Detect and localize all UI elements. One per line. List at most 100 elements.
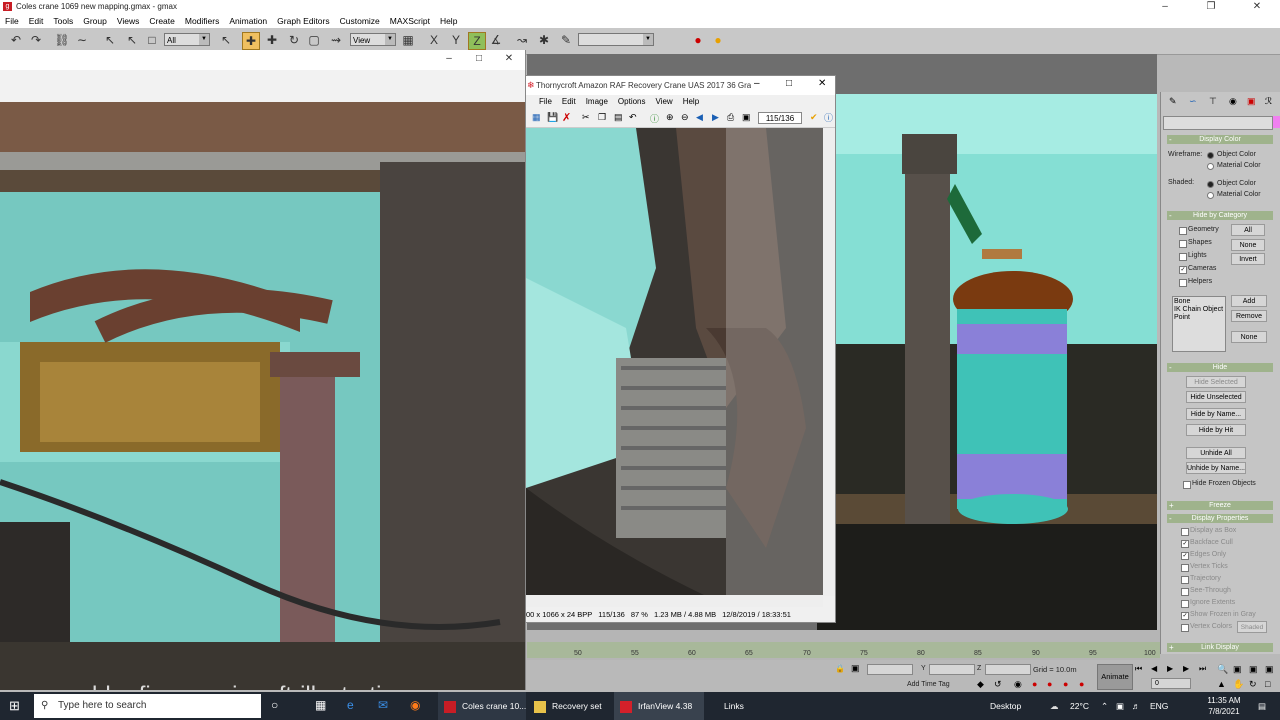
menu-tools[interactable]: Tools [48, 14, 78, 28]
menu-views[interactable]: Views [112, 14, 145, 28]
add-time-tag[interactable]: Add Time Tag [907, 681, 950, 688]
taskbar-app-recovery-set[interactable]: Recovery set [528, 692, 608, 720]
irfan-menu-view[interactable]: View [651, 95, 678, 109]
link-display-header[interactable]: + Link Display [1167, 643, 1273, 652]
menu-modifiers[interactable]: Modifiers [180, 14, 224, 28]
cortana-icon[interactable]: ○ [271, 698, 278, 712]
shaded-material-color-radio[interactable] [1207, 192, 1214, 199]
language-indicator[interactable]: ENG [1150, 692, 1168, 720]
select-by-name-icon[interactable]: ↖ [124, 32, 140, 48]
close-button[interactable]: ✕ [1234, 0, 1280, 14]
unhide-all-button[interactable]: Unhide All [1186, 447, 1246, 459]
rewind-key-icon[interactable]: ● [1079, 679, 1084, 689]
hierarchy-tab-icon[interactable]: ⊤ [1209, 96, 1217, 107]
freeze-header[interactable]: + Freeze [1167, 501, 1273, 510]
redo-icon[interactable]: ↷ [28, 32, 44, 48]
zoom-out-icon[interactable]: ⊖ [681, 112, 689, 123]
snap-icon[interactable]: ↝ [514, 32, 530, 48]
help-icon[interactable]: ⓘ [824, 111, 833, 124]
irfan-menu-file[interactable]: File [534, 95, 557, 109]
none-list-button[interactable]: None [1231, 331, 1267, 343]
hide-by-category-header[interactable]: - Hide by Category [1167, 211, 1273, 220]
vertex-ticks-checkbox[interactable] [1181, 564, 1189, 572]
fullscreen-icon[interactable]: ▣ [742, 112, 751, 123]
irfan-vertical-scrollbar[interactable] [823, 128, 835, 596]
ignore-extents-checkbox[interactable] [1181, 600, 1189, 608]
scale-icon[interactable]: ▢ [306, 32, 322, 48]
photo-close-button[interactable]: ✕ [486, 52, 525, 66]
mail-icon[interactable]: ✉ [378, 698, 388, 712]
move-alt-icon[interactable]: ✚ [264, 32, 280, 48]
zoom-in-icon[interactable]: ⊕ [666, 112, 674, 123]
menu-edit[interactable]: Edit [24, 14, 49, 28]
animate-button[interactable]: Animate [1097, 664, 1133, 690]
menu-create[interactable]: Create [144, 14, 180, 28]
named-selection-dropdown[interactable]: ▼ [578, 33, 654, 46]
notifications-icon[interactable]: ▤ [1258, 692, 1266, 720]
undo-icon[interactable]: ↶ [629, 112, 637, 123]
irfanview-window[interactable]: ❄ Thornycroft Amazon RAF Recovery Crane … [525, 75, 836, 623]
info-icon[interactable]: ⓘ [650, 112, 659, 125]
undo-icon[interactable]: ↶ [8, 32, 24, 48]
menu-graph-editors[interactable]: Graph Editors [272, 14, 334, 28]
key-filters-icon[interactable]: ● [1063, 679, 1068, 689]
task-view-icon[interactable]: ▦ [315, 698, 326, 712]
pivot-icon[interactable]: ▦ [400, 32, 416, 48]
zoom-extents-icon[interactable]: ▣ [1249, 664, 1258, 675]
irfan-close-button[interactable]: ✕ [818, 78, 826, 89]
fov-icon[interactable]: ▲ [1217, 679, 1226, 689]
x-coordinate-field[interactable] [867, 664, 913, 675]
axis-x-icon[interactable]: X [426, 32, 442, 48]
hide-selected-button[interactable]: Hide Selected [1186, 376, 1246, 388]
photo-viewer-window[interactable]: – □ ✕ www.grubby-fingers-aircraft-illust… [0, 50, 526, 690]
list-item[interactable]: Bone [1174, 298, 1224, 306]
windows-start-icon[interactable]: ⊞ [9, 698, 20, 714]
go-to-start-icon[interactable]: ⏮ [1135, 664, 1142, 674]
move-icon[interactable]: ✚ [242, 32, 260, 50]
render-icon[interactable]: ● [710, 32, 726, 48]
named-selection-icon[interactable]: ✎ [558, 32, 574, 48]
display-as-box-checkbox[interactable] [1181, 528, 1189, 536]
unlink-icon[interactable]: ∼ [74, 32, 90, 48]
object-color-swatch[interactable] [1273, 116, 1280, 128]
helpers-checkbox[interactable] [1179, 279, 1187, 287]
network-icon[interactable]: ▣ [1116, 692, 1124, 720]
zoom-extents-all-icon[interactable]: ▣ [1265, 664, 1274, 675]
material-editor-icon[interactable]: ● [690, 32, 706, 48]
display-color-header[interactable]: - Display Color [1167, 135, 1273, 144]
menu-customize[interactable]: Customize [335, 14, 385, 28]
hide-frozen-checkbox[interactable] [1183, 481, 1191, 489]
previous-icon[interactable]: ◀ [696, 112, 703, 123]
desktop-toolbar[interactable]: Desktop [990, 692, 1021, 720]
copy-icon[interactable]: ❐ [598, 112, 606, 123]
previous-frame-icon[interactable]: ◀ [1151, 664, 1157, 673]
region-select-icon[interactable]: □ [144, 32, 160, 48]
angle-snap-icon[interactable]: ✱ [536, 32, 552, 48]
lock-icon[interactable]: 🔒 [835, 664, 845, 673]
delete-icon[interactable]: ✗ [562, 111, 571, 124]
key-filter-icon[interactable]: ◆ [977, 679, 984, 690]
vertex-colors-checkbox[interactable] [1181, 624, 1189, 632]
remove-button[interactable]: Remove [1231, 310, 1267, 322]
zoom-all-icon[interactable]: ▣ [1233, 664, 1242, 675]
open-icon[interactable]: ▦ [532, 112, 541, 123]
print-icon[interactable]: ⎙ [727, 112, 734, 123]
timeline[interactable]: 50 55 60 65 70 75 80 85 90 95 100 [527, 630, 1160, 660]
play-icon[interactable]: ▶ [1167, 664, 1173, 673]
taskbar-app-irfanview[interactable]: IrfanView 4.38 [614, 692, 704, 720]
cut-icon[interactable]: ✂ [582, 112, 590, 123]
show-frozen-gray-checkbox[interactable]: ✓ [1181, 612, 1189, 620]
settings-icon[interactable]: ✔ [810, 112, 818, 123]
cameras-checkbox[interactable]: ✓ [1179, 266, 1187, 274]
ref-coord-dropdown[interactable]: View ▼ [350, 33, 396, 46]
absolute-mode-icon[interactable]: ▣ [851, 663, 860, 674]
temperature[interactable]: 22°C [1070, 692, 1089, 720]
utilities-tab-icon[interactable]: ℛ [1265, 96, 1272, 107]
menu-file[interactable]: File [0, 14, 24, 28]
mirror-icon[interactable]: ⇝ [328, 32, 344, 48]
none-button[interactable]: None [1231, 239, 1265, 251]
time-ruler[interactable]: 50 55 60 65 70 75 80 85 90 95 100 [527, 642, 1160, 658]
irfan-horizontal-scrollbar[interactable] [526, 595, 823, 607]
restore-button[interactable]: ❐ [1188, 0, 1234, 14]
set-keys-icon[interactable]: ● [1047, 679, 1052, 689]
